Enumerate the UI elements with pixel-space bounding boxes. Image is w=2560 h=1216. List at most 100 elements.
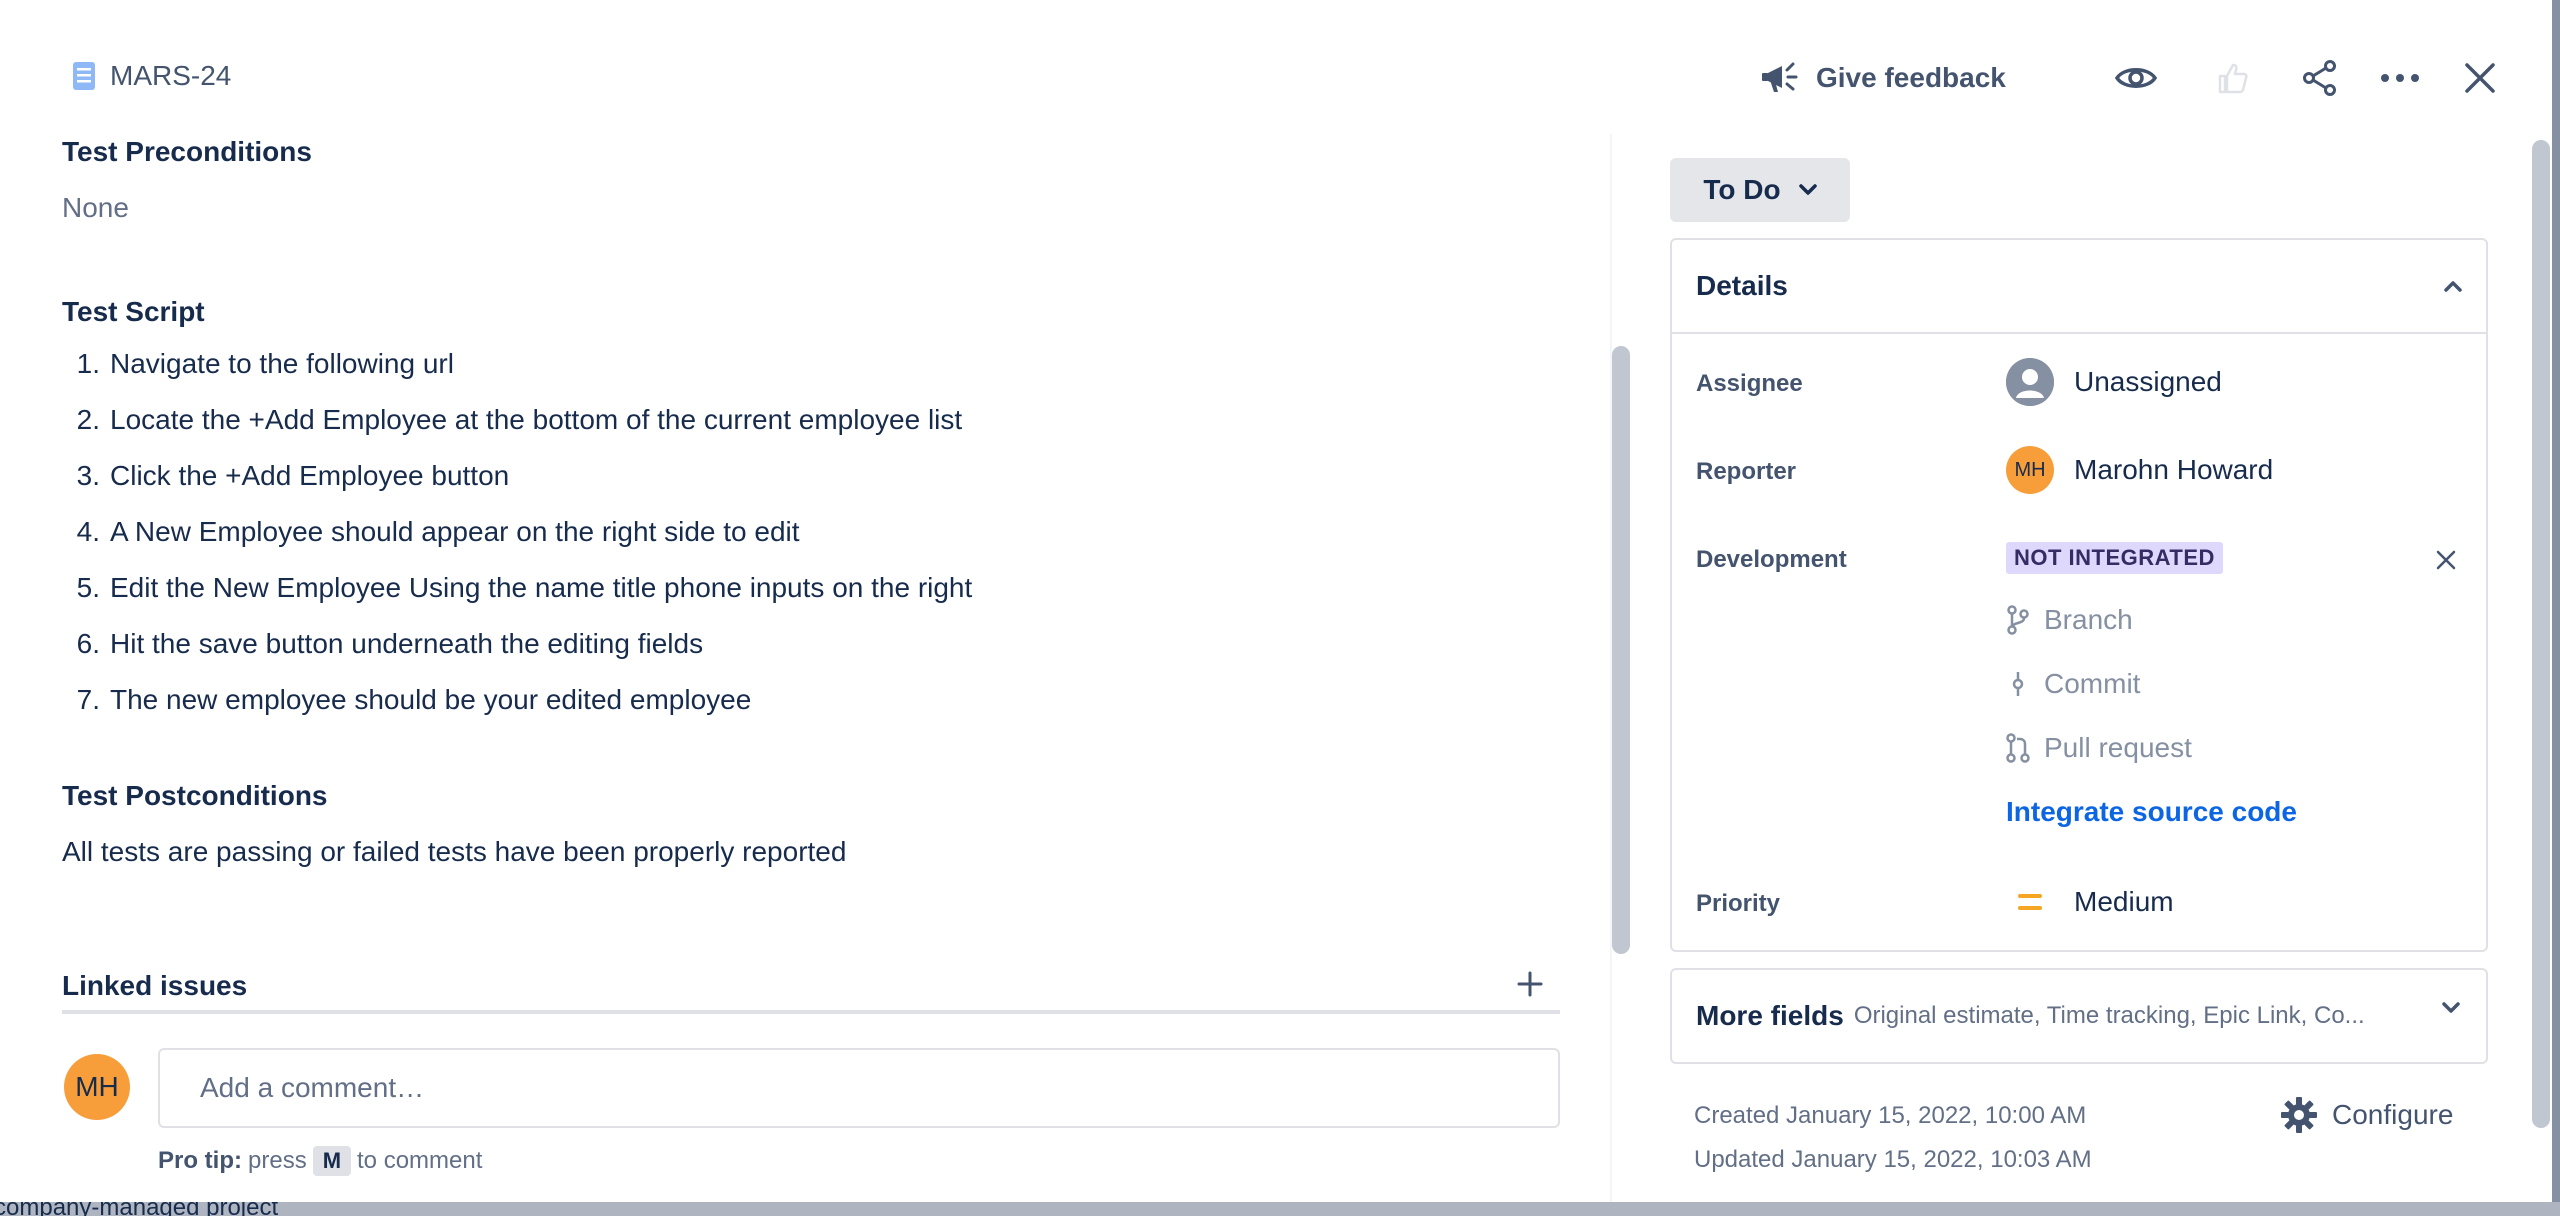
- commit-icon: [2012, 672, 2024, 696]
- step-number: 5.: [76, 572, 100, 603]
- priority-value: Medium: [2074, 886, 2174, 917]
- list-item: 7. The new employee should be your edited…: [62, 672, 972, 728]
- give-feedback-button[interactable]: Give feedback: [1760, 50, 2006, 106]
- list-item: 6. Hit the save button underneath the edi…: [62, 616, 972, 672]
- pull-request-label: Pull request: [2044, 732, 2192, 763]
- test-script-heading: Test Script: [62, 296, 205, 327]
- step-text: Navigate to the following url: [110, 348, 454, 379]
- add-linked-issue-button[interactable]: [1510, 964, 1550, 1004]
- step-text: A New Employee should appear on the righ…: [110, 516, 800, 547]
- comment-protip: Pro tip: press M to comment: [158, 1146, 482, 1176]
- preconditions-value: None: [62, 192, 129, 223]
- step-number: 7.: [76, 684, 100, 715]
- step-text: Hit the save button underneath the editi…: [110, 628, 704, 659]
- chevron-down-icon: [1798, 184, 1817, 195]
- more-horizontal-icon: [2381, 74, 2419, 82]
- details-title: Details: [1696, 270, 1788, 301]
- avatar: MH: [2006, 446, 2054, 494]
- step-number: 4.: [76, 516, 100, 547]
- commit-label: Commit: [2044, 668, 2141, 699]
- background-page-strip: company-managed project: [0, 1202, 2560, 1216]
- dismiss-development-button[interactable]: [2428, 542, 2464, 578]
- details-toggle[interactable]: Details: [1672, 240, 2486, 334]
- dev-branch: Branch: [2006, 604, 2133, 636]
- pull-request-icon: [2006, 733, 2030, 763]
- integrate-source-code-link[interactable]: Integrate source code: [2006, 796, 2297, 828]
- reporter-label: Reporter: [1696, 458, 1797, 485]
- issue-view: MARS-24 Give feedback Test Preconditions…: [0, 0, 2560, 1216]
- linked-issues-heading: Linked issues: [62, 970, 248, 1001]
- protip-label: Pro tip:: [158, 1147, 242, 1174]
- step-text: Edit the New Employee Using the name tit…: [110, 572, 973, 603]
- created-timestamp: Created January 15, 2022, 10:00 AM: [1694, 1102, 2087, 1129]
- step-number: 6.: [76, 628, 100, 659]
- configure-label: Configure: [2332, 1099, 2454, 1130]
- close-icon: [2465, 63, 2495, 93]
- assignee-value: Unassigned: [2074, 366, 2222, 397]
- vote-button[interactable]: [2204, 50, 2260, 106]
- status-label: To Do: [1703, 174, 1781, 205]
- close-button[interactable]: [2452, 50, 2508, 106]
- postconditions-value: All tests are passing or failed tests ha…: [62, 836, 847, 867]
- issue-key-link[interactable]: MARS-24: [110, 60, 231, 92]
- give-feedback-label: Give feedback: [1816, 62, 2006, 93]
- development-label: Development: [1696, 546, 1847, 573]
- assignee-field[interactable]: Unassigned: [2006, 358, 2222, 406]
- status-badge: NOT INTEGRATED: [2006, 542, 2223, 574]
- protip-post: to comment: [357, 1147, 483, 1174]
- eye-icon: [2114, 68, 2158, 88]
- megaphone-icon: [1762, 62, 1798, 92]
- list-item: 3. Click the +Add Employee button: [62, 448, 972, 504]
- list-item: 4. A New Employee should appear on the ri…: [62, 504, 972, 560]
- right-scrollbar[interactable]: [2532, 140, 2550, 1128]
- test-script-steps: 1. Navigate to the following url 2. Locate…: [62, 336, 973, 728]
- list-item: 1. Navigate to the following url: [62, 336, 972, 392]
- gear-icon: [2281, 1097, 2317, 1133]
- assignee-label: Assignee: [1696, 370, 1803, 397]
- list-item: 2. Locate the +Add Employee at the bottom…: [62, 392, 972, 448]
- close-icon: [2436, 550, 2456, 570]
- test-issue-type-icon: [73, 62, 95, 90]
- branch-label: Branch: [2044, 604, 2133, 635]
- comment-field[interactable]: [158, 1048, 1560, 1128]
- reporter-value: Marohn Howard: [2074, 454, 2274, 485]
- postconditions-heading: Test Postconditions: [62, 780, 328, 811]
- preconditions-heading: Test Preconditions: [62, 136, 312, 167]
- development-status: NOT INTEGRATED: [2006, 542, 2223, 574]
- more-fields-summary: Original estimate, Time tracking, Epic L…: [1853, 1002, 2365, 1029]
- chevron-down-icon: [2442, 1002, 2460, 1013]
- more-fields-toggle[interactable]: More fields Original estimate, Time trac…: [1670, 968, 2488, 1064]
- step-number: 2.: [76, 404, 100, 435]
- branch-icon: [2007, 605, 2029, 635]
- window-edge: [2552, 0, 2560, 1216]
- dev-commit: Commit: [2006, 668, 2140, 700]
- protip-pre: press: [248, 1147, 307, 1174]
- step-number: 3.: [76, 460, 100, 491]
- configure-button[interactable]: Configure: [2280, 1096, 2453, 1134]
- status-dropdown[interactable]: To Do: [1670, 158, 1850, 222]
- share-icon: [2303, 60, 2336, 96]
- priority-label: Priority: [1696, 890, 1781, 917]
- project-type-text: company-managed project: [0, 1202, 279, 1216]
- details-panel: Details Assignee Unassigned Reporter MH …: [1670, 238, 2488, 952]
- keyboard-shortcut-key: M: [312, 1146, 352, 1176]
- list-item: 5. Edit the New Employee Using the name t…: [62, 560, 973, 616]
- step-text: The new employee should be your edited e…: [110, 684, 752, 715]
- comment-input[interactable]: [160, 1050, 1558, 1126]
- share-button[interactable]: [2292, 50, 2348, 106]
- priority-medium-icon: [2018, 894, 2042, 910]
- unassigned-avatar-icon: [2006, 358, 2054, 406]
- linked-issues-header: Linked issues: [62, 970, 1560, 1014]
- reporter-field[interactable]: MH Marohn Howard: [2006, 446, 2273, 494]
- step-number: 1.: [76, 348, 100, 379]
- dev-pull-request: Pull request: [2006, 732, 2192, 764]
- priority-field[interactable]: Medium: [2006, 878, 2174, 926]
- left-scrollbar[interactable]: [1612, 346, 1630, 954]
- chevron-up-icon: [2444, 281, 2462, 292]
- issue-breadcrumb[interactable]: MARS-24: [70, 60, 231, 92]
- plus-icon: [1517, 971, 1543, 997]
- watch-button[interactable]: [2108, 50, 2164, 106]
- more-actions-button[interactable]: [2372, 50, 2428, 106]
- step-text: Locate the +Add Employee at the bottom o…: [110, 404, 963, 435]
- thumbs-up-icon: [2218, 63, 2248, 94]
